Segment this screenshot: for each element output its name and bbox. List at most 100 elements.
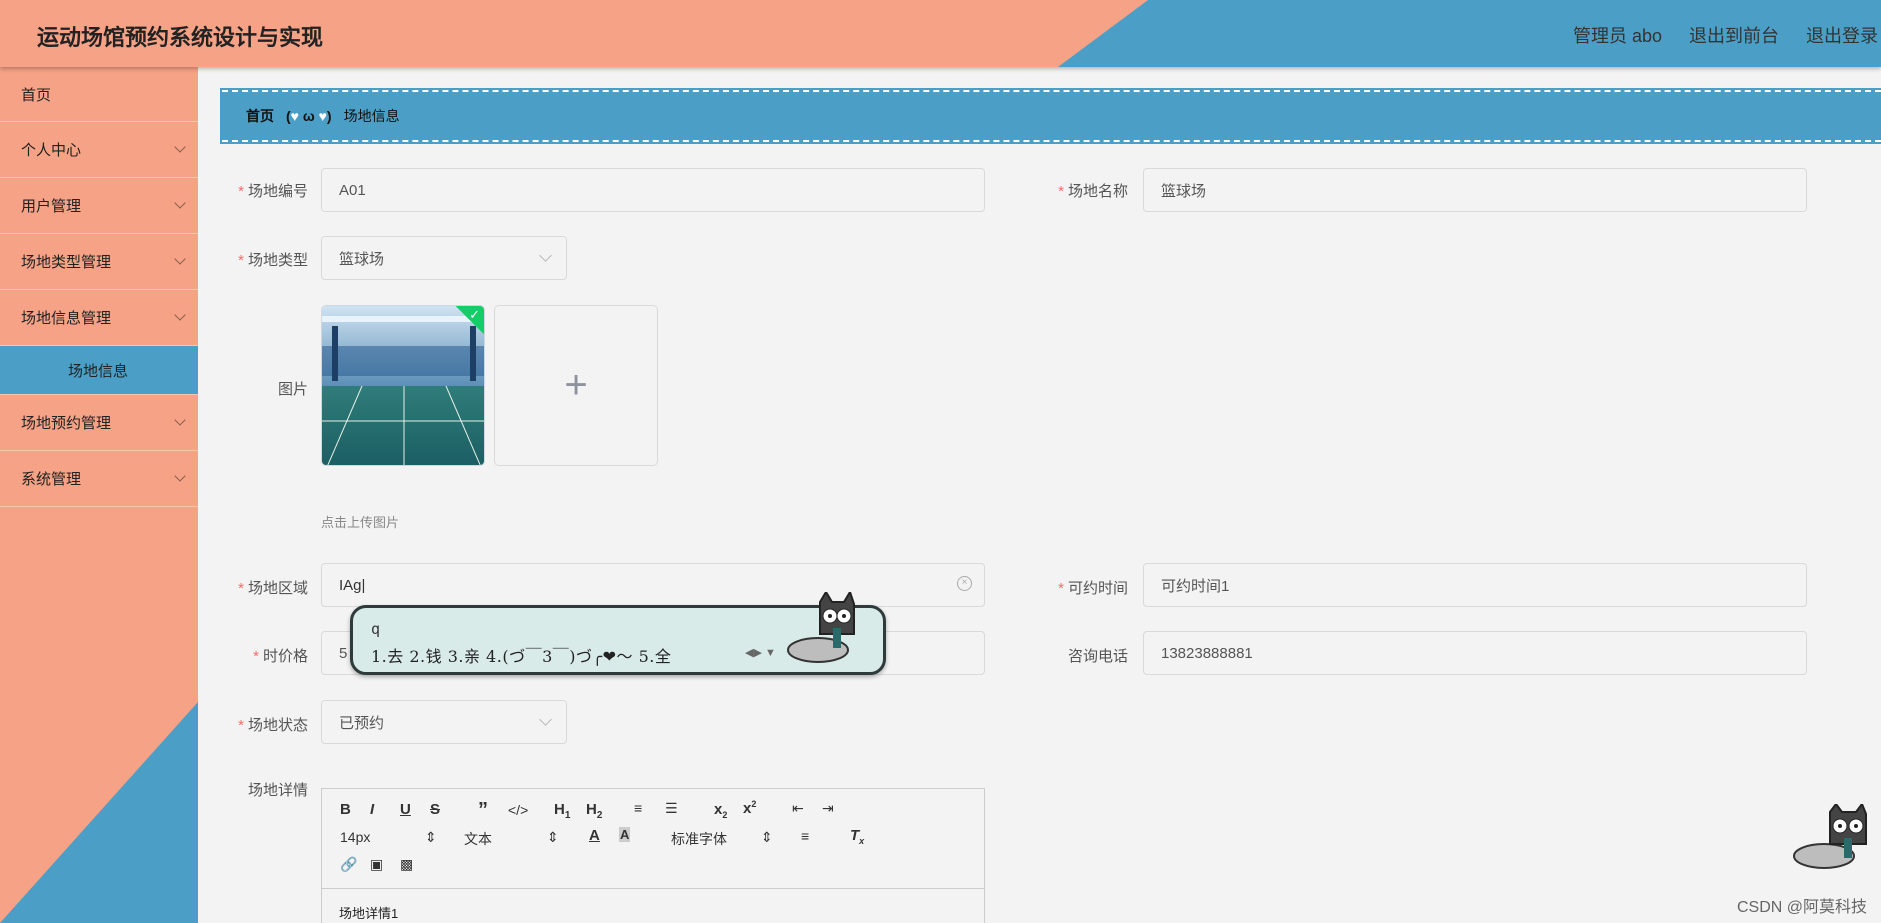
admin-user-link[interactable]: 管理员 abo — [1573, 22, 1662, 48]
area-label: * 场地区域 — [238, 580, 308, 597]
cat-mascot-icon — [1793, 804, 1867, 869]
sidebar-item-label: 场地信息管理 — [21, 310, 112, 327]
plus-icon: + — [564, 363, 588, 407]
sidebar-item-label: 系统管理 — [21, 471, 82, 488]
basketball-court-photo — [322, 306, 484, 465]
italic-icon[interactable]: I — [370, 801, 374, 818]
editor-content[interactable]: 场地详情1 — [339, 903, 398, 922]
image-icon[interactable]: ▣ — [370, 856, 383, 873]
clear-icon[interactable]: × — [957, 576, 972, 591]
avail-time-label: * 可约时间 — [1058, 580, 1128, 597]
area-input[interactable]: I Ag | × — [321, 563, 985, 607]
chevron-down-icon — [539, 713, 552, 726]
updown-icon: ⇕ — [425, 829, 437, 845]
venue-type-label: * 场地类型 — [238, 252, 308, 269]
subscript-icon[interactable]: x2 — [714, 801, 727, 820]
sidebar-item-system-management[interactable]: 系统管理 — [0, 451, 198, 507]
detail-label: 场地详情 — [247, 782, 308, 799]
avail-time-value: 可约时间1 — [1161, 577, 1230, 595]
breadcrumb-current: 场地信息 — [343, 108, 400, 124]
chevron-down-icon — [174, 197, 186, 209]
breadcrumb-separator: (♥ ω ♥) — [286, 108, 332, 124]
venue-no-label: * 场地编号 — [238, 183, 308, 200]
chevron-down-icon — [174, 470, 186, 482]
sidebar-decoration — [0, 702, 198, 923]
updown-icon: ⇕ — [761, 829, 773, 845]
heading-2-icon[interactable]: H2 — [586, 801, 602, 821]
venue-no-input[interactable]: A01 — [321, 168, 985, 212]
image-label: 图片 — [277, 381, 308, 398]
upload-tip: 点击上传图片 — [321, 515, 400, 530]
rich-text-editor[interactable]: B I U S ” </> H1 H2 ≡ ☰ x2 x2 ⇤ ⇥ 14px ⇕… — [321, 788, 985, 923]
uploaded-image-thumbnail[interactable]: ✓ — [321, 305, 485, 466]
ordered-list-icon[interactable]: ≡ — [634, 800, 642, 816]
ime-candidate-window[interactable]: q 1.去 2.钱 3.亲 4.(づ￣3￣)づ╭❤～ 5.全 ◀▶ ▼ — [350, 592, 886, 675]
status-label: * 场地状态 — [238, 717, 308, 734]
phone-value: 13823888881 — [1161, 644, 1253, 662]
sidebar-item-label: 场地预约管理 — [21, 415, 112, 432]
sidebar-item-label: 用户管理 — [21, 198, 82, 215]
sidebar-item-user-management[interactable]: 用户管理 — [0, 178, 198, 234]
sidebar-item-label: 首页 — [21, 86, 52, 104]
price-label: * 时价格 — [253, 648, 308, 665]
status-select[interactable]: 已预约 — [321, 700, 567, 744]
chevron-down-icon — [174, 414, 186, 426]
chevron-down-icon — [174, 253, 186, 265]
chevron-down-icon — [539, 249, 552, 262]
cat-mascot-icon — [787, 592, 855, 663]
phone-label: 咨询电话 — [1067, 648, 1128, 665]
header-links: 管理员 abo 退出到前台 退出登录 — [1573, 22, 1878, 48]
indent-icon[interactable]: ⇥ — [822, 800, 834, 817]
sidebar-item-home[interactable]: 首页 — [0, 67, 198, 122]
logout-link[interactable]: 退出登录 — [1806, 22, 1878, 48]
check-icon: ✓ — [469, 307, 480, 322]
venue-type-select[interactable]: 篮球场 — [321, 236, 567, 280]
strikethrough-icon[interactable]: S — [430, 801, 440, 818]
link-icon[interactable]: 🔗 — [340, 856, 357, 873]
venue-name-input[interactable]: 篮球场 — [1143, 168, 1807, 212]
avail-time-input[interactable]: 可约时间1 — [1143, 563, 1807, 607]
bold-icon[interactable]: B — [340, 801, 351, 818]
font-family-select[interactable]: 标准字体 — [671, 829, 727, 849]
add-image-button[interactable]: + — [494, 305, 658, 466]
paragraph-select[interactable]: 文本 — [464, 829, 492, 849]
clear-format-icon[interactable]: Tx — [850, 827, 864, 846]
sidebar-item-label: 个人中心 — [21, 142, 82, 159]
font-size-select[interactable]: 14px — [340, 829, 370, 845]
price-value: 5 — [339, 644, 348, 662]
status-value: 已预约 — [339, 714, 385, 732]
watermark: CSDN @阿莫科技 — [1736, 899, 1867, 916]
video-icon[interactable]: ▩ — [400, 856, 413, 873]
sidebar-item-venue-booking-management[interactable]: 场地预约管理 — [0, 395, 198, 451]
breadcrumb: 首页 (♥ ω ♥) 场地信息 — [220, 88, 1881, 144]
app-title: 运动场馆预约系统设计与实现 — [37, 25, 324, 50]
ime-candidates[interactable]: 1.去 2.钱 3.亲 4.(づ￣3￣)づ╭❤～ 5.全 — [371, 643, 671, 667]
venue-type-value: 篮球场 — [339, 250, 385, 268]
sidebar-item-personal-center[interactable]: 个人中心 — [0, 122, 198, 178]
font-color-icon[interactable]: A — [589, 827, 600, 844]
venue-no-value: A01 — [339, 181, 366, 199]
align-icon[interactable]: ≡ — [801, 828, 809, 844]
top-header: 运动场馆预约系统设计与实现 管理员 abo 退出到前台 退出登录 — [0, 0, 1881, 67]
heading-1-icon[interactable]: H1 — [554, 801, 570, 821]
sidebar-item-label: 场地信息 — [68, 362, 129, 380]
sidebar-item-venue-info-management[interactable]: 场地信息管理 — [0, 290, 198, 346]
breadcrumb-home[interactable]: 首页 — [246, 106, 274, 126]
bullet-list-icon[interactable]: ☰ — [665, 800, 678, 817]
background-color-icon[interactable]: A — [619, 827, 631, 842]
ime-page-arrows-icon[interactable]: ◀▶ ▼ — [745, 646, 776, 659]
sidebar-subitem-venue-info[interactable]: 场地信息 — [0, 346, 198, 395]
sidebar-item-label: 场地类型管理 — [21, 254, 112, 271]
area-value: Ag — [343, 576, 362, 594]
chevron-down-icon — [174, 141, 186, 153]
phone-input[interactable]: 13823888881 — [1143, 631, 1807, 675]
superscript-icon[interactable]: x2 — [743, 799, 756, 817]
code-block-icon[interactable]: </> — [508, 802, 528, 818]
outdent-icon[interactable]: ⇤ — [792, 800, 804, 817]
sidebar-item-venue-type-management[interactable]: 场地类型管理 — [0, 234, 198, 290]
underline-icon[interactable]: U — [400, 801, 411, 818]
exit-to-frontend-link[interactable]: 退出到前台 — [1689, 22, 1779, 48]
blockquote-icon[interactable]: ” — [478, 799, 488, 822]
updown-icon: ⇕ — [547, 829, 559, 845]
ime-composition: q — [371, 620, 381, 638]
